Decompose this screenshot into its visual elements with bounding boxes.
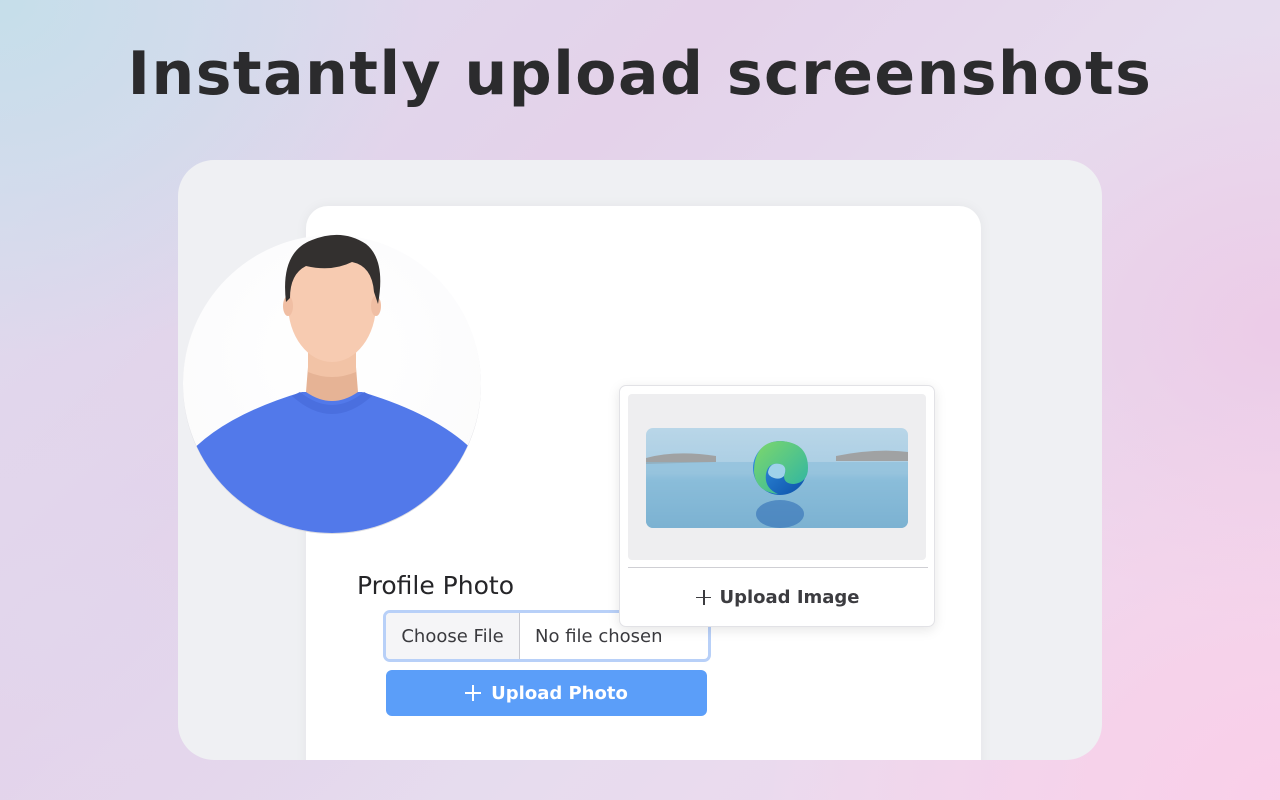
profile-photo-label: Profile Photo [357, 571, 514, 600]
upload-image-label: Upload Image [719, 586, 860, 608]
upload-photo-button[interactable]: Upload Photo [386, 670, 707, 716]
upload-photo-label: Upload Photo [491, 682, 628, 704]
edge-logo-icon [646, 428, 908, 528]
upload-image-button[interactable]: Upload Image [628, 576, 928, 618]
screenshot-thumbnail [646, 428, 908, 528]
plus-icon [465, 685, 482, 701]
headline: Instantly upload screenshots [127, 39, 1153, 109]
screenshot-upload-popup: Upload Image [619, 385, 935, 627]
popup-divider [628, 567, 928, 568]
plus-icon [696, 589, 712, 605]
screenshot-preview [628, 394, 926, 560]
person-avatar-icon [183, 234, 481, 534]
choose-file-button[interactable]: Choose File [386, 613, 520, 659]
profile-avatar [182, 232, 482, 534]
